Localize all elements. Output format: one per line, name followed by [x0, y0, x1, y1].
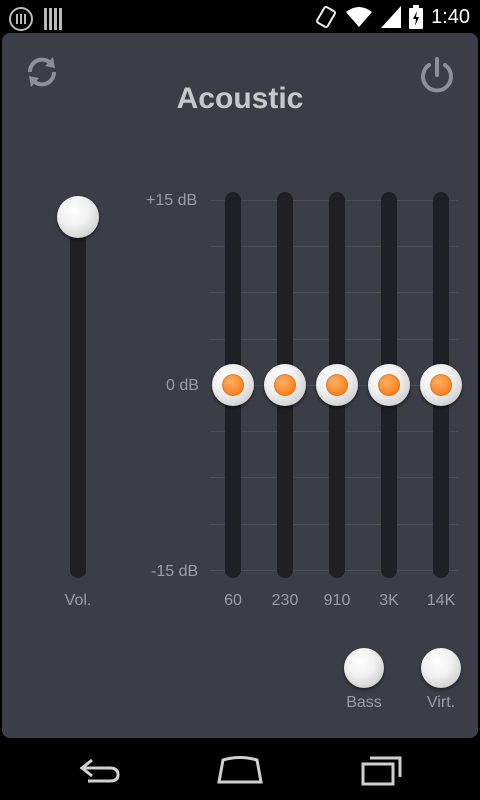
- volume-slider-knob[interactable]: [57, 196, 99, 238]
- band-3k-knob[interactable]: [368, 364, 410, 406]
- back-icon[interactable]: [78, 756, 122, 784]
- band-910-label: 910: [323, 592, 351, 609]
- virtualizer-label: Virt.: [426, 694, 456, 711]
- status-bar: 1:40: [0, 0, 480, 33]
- knob-center-dot: [326, 374, 348, 396]
- volume-slider-track[interactable]: [70, 208, 86, 578]
- volume-label: Vol.: [64, 592, 92, 609]
- barcode-icon: [44, 8, 62, 30]
- db-top-label: +15 dB: [146, 192, 198, 209]
- app-notification-icon: [9, 7, 33, 31]
- cell-signal-icon: [381, 6, 402, 28]
- clock: 1:40: [431, 5, 470, 28]
- band-230-knob[interactable]: [264, 364, 306, 406]
- wifi-icon: [346, 7, 373, 27]
- knob-center-dot: [430, 374, 452, 396]
- db-mid-label: 0 dB: [166, 377, 199, 394]
- recent-apps-icon[interactable]: [360, 754, 404, 786]
- knob-center-dot: [274, 374, 296, 396]
- bass-knob[interactable]: [344, 648, 384, 688]
- db-bottom-label: -15 dB: [151, 563, 199, 580]
- knob-center-dot: [222, 374, 244, 396]
- band-14k-knob[interactable]: [420, 364, 462, 406]
- rotation-icon: [316, 5, 337, 29]
- navigation-bar: [0, 740, 480, 800]
- band-60-label: 60: [224, 592, 242, 609]
- band-14k-label: 14K: [426, 592, 456, 609]
- battery-charging-icon: [409, 5, 424, 29]
- knob-center-dot: [378, 374, 400, 396]
- home-icon[interactable]: [215, 754, 265, 784]
- virtualizer-knob[interactable]: [421, 648, 461, 688]
- band-3k-label: 3K: [379, 592, 399, 609]
- band-230-label: 230: [271, 592, 299, 609]
- preset-title[interactable]: Acoustic: [0, 82, 480, 116]
- band-910-knob[interactable]: [316, 364, 358, 406]
- bass-label: Bass: [346, 694, 382, 711]
- band-60-knob[interactable]: [212, 364, 254, 406]
